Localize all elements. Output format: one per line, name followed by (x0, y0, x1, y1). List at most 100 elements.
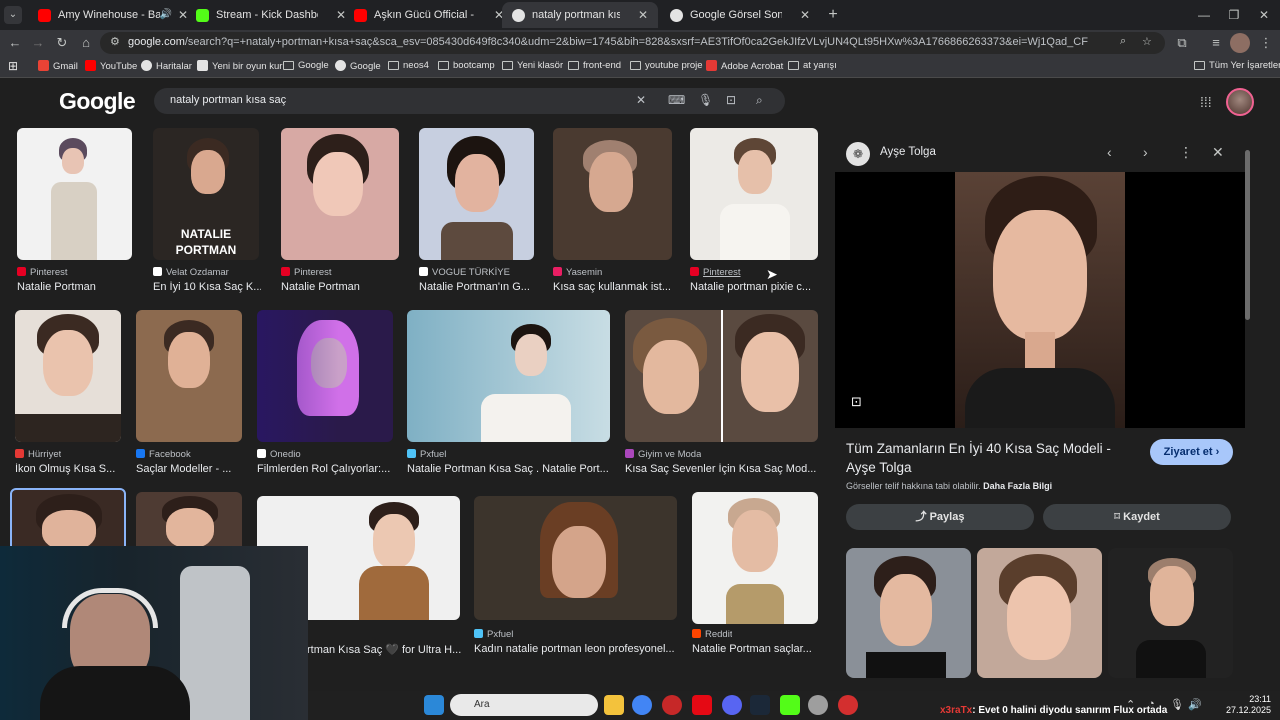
bookmark-folder-at-yarisi[interactable]: at yarışı (788, 60, 837, 71)
taskbar-search[interactable]: Ara (450, 694, 598, 716)
related-image[interactable] (846, 548, 971, 678)
result-image[interactable] (281, 128, 399, 260)
previous-icon[interactable]: ‹ (1107, 144, 1112, 160)
microphone-icon[interactable]: 🎙 (698, 93, 713, 107)
related-image[interactable] (977, 548, 1102, 678)
tab-google-search[interactable]: nataly portman kısa saç - Goog ✕ (502, 2, 658, 28)
bookmark-folder-new[interactable]: Yeni klasör (502, 60, 563, 71)
tab-askin-gucu[interactable]: Aşkın Gücü Official - YouTube ✕ (344, 2, 514, 28)
panel-scrollbar[interactable] (1245, 140, 1251, 670)
media-controls-icon[interactable]: ≡ (1206, 33, 1226, 53)
tab-amy-winehouse[interactable]: Amy Winehouse - Back To B 🔊 ✕ (28, 2, 198, 28)
home-button[interactable]: ⌂ (76, 33, 96, 53)
all-bookmarks-folder[interactable]: Tüm Yer İşaretleri (1194, 60, 1280, 71)
browser-menu-icon[interactable]: ⋮ (1256, 33, 1276, 53)
result-image[interactable] (692, 492, 818, 624)
bookmark-youtube[interactable]: YouTube (85, 60, 137, 72)
system-clock[interactable]: 23:11 27.12.2025 (1226, 694, 1271, 716)
zoom-icon[interactable]: ⌕ (1120, 35, 1126, 48)
site-info-icon[interactable]: ⚙ (110, 35, 120, 48)
apps-grid-icon[interactable]: ⊞ (8, 59, 18, 73)
result-card[interactable]: NATALIE PORTMAN Velat Ozdamar En İyi 10 … (153, 128, 261, 296)
app-icon[interactable] (662, 695, 682, 715)
volume-icon[interactable]: 🔊 (1188, 698, 1202, 711)
result-card[interactable]: Pinterest Natalie Portman (17, 128, 133, 296)
result-card[interactable]: VOGUE TÜRKİYE Natalie Portman'ın G... (419, 128, 535, 296)
result-card[interactable]: Reddit Natalie Portman saçlar... (692, 492, 818, 664)
bookmark-folder-youtube-proje[interactable]: youtube proje (630, 60, 703, 71)
bookmark-folder-bootcamp[interactable]: bootcamp (438, 60, 495, 71)
discord-icon[interactable] (722, 695, 742, 715)
bookmark-gmail[interactable]: Gmail (38, 60, 78, 72)
bookmark-adobe-acrobat[interactable]: Adobe Acrobat (706, 60, 783, 72)
result-card[interactable]: Facebook Saçlar Modeller - ... (136, 310, 242, 478)
bookmark-star-icon[interactable]: ☆ (1142, 35, 1152, 48)
keyboard-icon[interactable]: ⌨ (668, 93, 685, 107)
result-image[interactable] (15, 310, 121, 442)
result-card[interactable]: Giyim ve Moda Kısa Saç Sevenler İçin Kıs… (625, 310, 819, 478)
source-site-icon[interactable]: ❁ (846, 142, 870, 166)
steam-icon[interactable] (750, 695, 770, 715)
bookmark-folder-google[interactable]: Google (283, 60, 329, 71)
search-icon[interactable]: ⌕ (756, 93, 763, 108)
kick-icon[interactable] (780, 695, 800, 715)
visit-button[interactable]: Ziyaret et › (1150, 439, 1233, 465)
bookmark-new-game[interactable]: Yeni bir oyun kur (197, 60, 282, 72)
more-options-icon[interactable]: ⋮ (1179, 144, 1193, 161)
chrome-icon[interactable] (632, 695, 652, 715)
url-text[interactable]: google.com/search?q=+nataly+portman+kısa… (128, 36, 1088, 48)
result-image[interactable] (474, 496, 677, 620)
result-image[interactable] (257, 310, 393, 442)
netflix-icon[interactable] (692, 695, 712, 715)
tab-kick-dashboard[interactable]: Stream - Kick Dashboard ✕ (186, 2, 356, 28)
account-avatar[interactable] (1226, 88, 1254, 116)
result-card[interactable]: Pxfuel Kadın natalie portman leon profes… (474, 496, 678, 664)
result-image[interactable] (136, 310, 242, 442)
close-tab-icon[interactable]: ✕ (800, 2, 810, 28)
next-icon[interactable]: › (1143, 144, 1148, 160)
result-image[interactable] (17, 128, 132, 260)
result-card[interactable]: Pxfuel Natalie Portman Kısa Saç . Natali… (407, 310, 611, 478)
google-apps-icon[interactable]: ⁞⁞⁞ (1200, 94, 1212, 110)
bookmark-google[interactable]: Google (335, 60, 381, 72)
mic-icon[interactable]: 🎙 (1170, 698, 1184, 711)
network-icon[interactable]: ◔ (1148, 698, 1155, 710)
app-icon[interactable] (838, 695, 858, 715)
search-input[interactable]: nataly portman kısa saç (170, 94, 286, 106)
share-button[interactable]: ⤴ Paylaş (846, 504, 1034, 530)
result-image[interactable] (419, 128, 534, 260)
window-close-button[interactable]: ✕ (1244, 0, 1280, 30)
result-image[interactable] (690, 128, 818, 260)
clear-icon[interactable]: ✕ (636, 93, 646, 107)
save-button[interactable]: ⌑ Kaydet (1043, 504, 1231, 530)
google-logo[interactable]: Google (59, 88, 136, 115)
result-image[interactable] (407, 310, 610, 442)
related-image[interactable] (1108, 548, 1233, 678)
forward-button[interactable]: → (28, 33, 48, 53)
result-card[interactable]: Pinterest Natalie portman pixie c... (690, 128, 818, 296)
profile-avatar[interactable] (1230, 33, 1250, 53)
bookmark-folder-neos4[interactable]: neos4 (388, 60, 429, 71)
result-card[interactable]: Yasemin Kısa saç kullanmak ist... (553, 128, 673, 296)
result-card[interactable]: Onedio Filmlerden Rol Çalıyorlar:... (257, 310, 393, 478)
reload-button[interactable]: ↻ (52, 33, 72, 53)
result-image[interactable] (553, 128, 672, 260)
lens-search-icon[interactable]: ⊡ (851, 394, 867, 410)
preview-image[interactable]: ⊡ (835, 172, 1245, 428)
settings-icon[interactable] (808, 695, 828, 715)
lens-icon[interactable]: ⊡ (726, 93, 736, 107)
learn-more-link[interactable]: Daha Fazla Bilgi (983, 481, 1052, 491)
result-card[interactable]: Hürriyet İkon Olmuş Kısa S... (15, 310, 121, 478)
new-tab-button[interactable]: + (822, 4, 844, 26)
speaker-icon[interactable]: 🔊 (160, 2, 172, 28)
result-image[interactable] (625, 310, 818, 442)
bookmark-maps[interactable]: Haritalar (141, 60, 192, 72)
bookmark-folder-front-end[interactable]: front-end (568, 60, 621, 71)
extensions-icon[interactable]: ⧉ (1172, 33, 1192, 53)
result-card[interactable]: Pinterest Natalie Portman (281, 128, 401, 296)
tab-google-image-result[interactable]: Google Görsel Sonucu ✕ (660, 2, 820, 28)
back-button[interactable]: ← (5, 33, 25, 53)
tab-search-button[interactable]: ⌄ (4, 6, 22, 24)
tray-chevron-icon[interactable]: ⌃ (1126, 698, 1135, 711)
result-title-link[interactable]: Tüm Zamanların En İyi 40 Kısa Saç Modeli… (846, 439, 1136, 477)
